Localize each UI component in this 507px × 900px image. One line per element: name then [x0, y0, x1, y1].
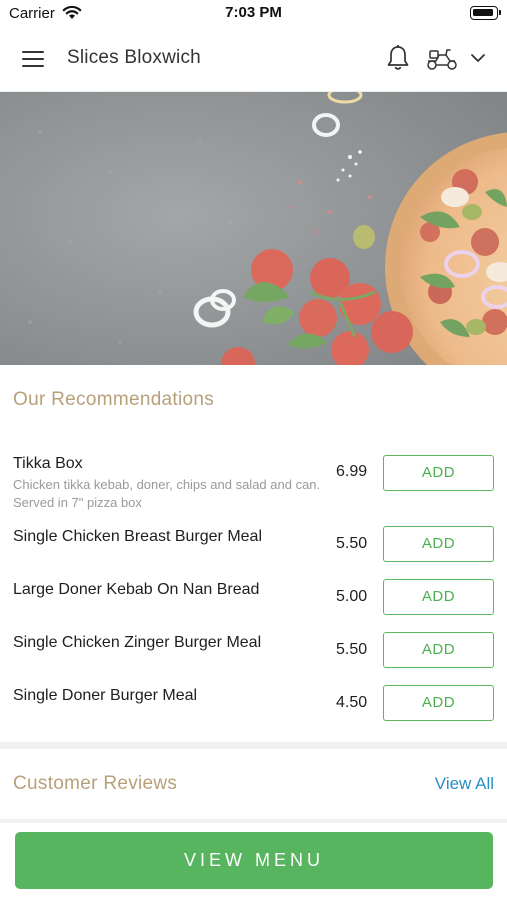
item-name: Large Doner Kebab On Nan Bread [13, 581, 260, 598]
chevron-down-icon[interactable] [469, 51, 487, 65]
section-divider [0, 742, 507, 749]
view-all-link[interactable]: View All [435, 774, 494, 794]
item-name: Single Chicken Zinger Burger Meal [13, 634, 262, 651]
add-button[interactable]: ADD [383, 526, 494, 562]
hero-image [0, 92, 507, 365]
item-price: 5.50 [336, 641, 368, 658]
status-bar: Carrier 7:03 PM [0, 0, 507, 26]
status-time: 7:03 PM [225, 4, 282, 21]
shop-title: Slices Bloxwich [67, 47, 201, 68]
item-name: Tikka Box [13, 455, 83, 472]
add-button[interactable]: ADD [383, 632, 494, 668]
item-name: Single Doner Burger Meal [13, 687, 198, 704]
item-price: 4.50 [336, 694, 368, 711]
menu-icon[interactable] [22, 50, 46, 68]
reviews-title: Customer Reviews [13, 773, 178, 794]
item-name: Single Chicken Breast Burger Meal [13, 528, 263, 545]
add-button[interactable]: ADD [383, 579, 494, 615]
scooter-icon[interactable] [426, 46, 458, 72]
add-button[interactable]: ADD [383, 685, 494, 721]
item-price: 5.50 [336, 535, 368, 552]
footer-divider [0, 819, 507, 823]
view-menu-button[interactable]: VIEW MENU [15, 832, 493, 889]
battery-icon [470, 6, 501, 20]
item-price: 5.00 [336, 588, 368, 605]
item-description: Chicken tikka kebab, doner, chips and sa… [13, 477, 321, 510]
app-header: Slices Bloxwich [0, 26, 507, 92]
pizza-illustration [0, 92, 507, 365]
item-price: 6.99 [336, 463, 368, 480]
add-button[interactable]: ADD [383, 455, 494, 491]
bell-icon[interactable] [385, 44, 411, 72]
recommendations-title: Our Recommendations [13, 389, 215, 410]
